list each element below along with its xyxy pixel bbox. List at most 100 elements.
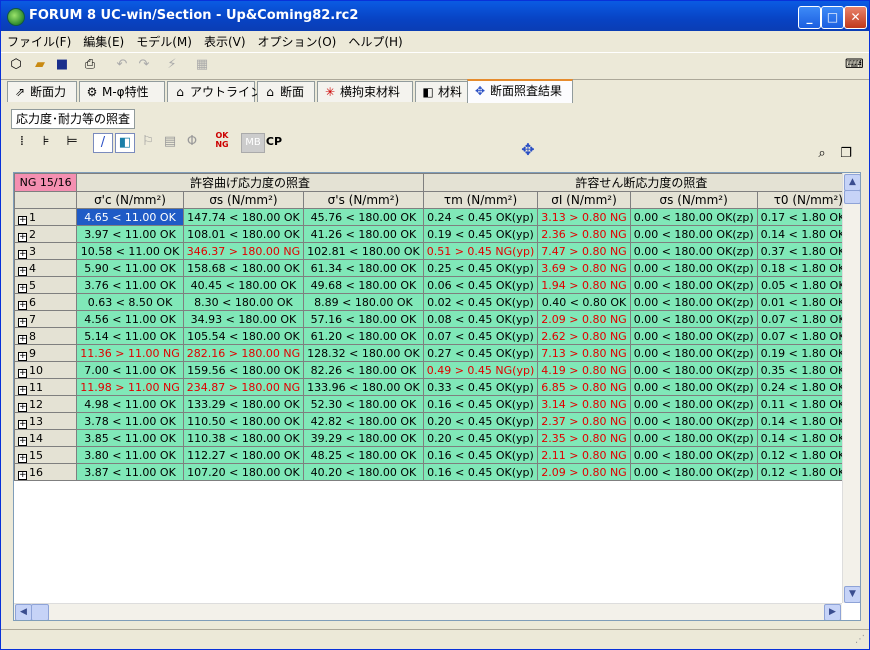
grid-cell[interactable]: 0.00 < 180.00 OK(zp) xyxy=(629,310,758,328)
grid-cell[interactable]: 0.24 < 0.45 OK(yp) xyxy=(422,208,539,226)
grid-cell[interactable]: 82.26 < 180.00 OK xyxy=(303,361,424,379)
tree-expand-icon[interactable]: ⊧ xyxy=(37,133,55,151)
print-preview-icon[interactable]: ⎙ xyxy=(81,56,99,74)
grid-cell[interactable]: 2.37 > 0.80 NG xyxy=(537,412,631,430)
grid-cell[interactable]: 107.20 < 180.00 OK xyxy=(182,463,305,481)
row-header[interactable]: +1 xyxy=(14,208,78,226)
grid-cell[interactable]: 0.20 < 0.45 OK(yp) xyxy=(422,412,539,430)
vertical-scroll-thumb[interactable] xyxy=(844,190,860,204)
grid-cell[interactable]: 105.54 < 180.00 OK xyxy=(182,327,305,345)
expand-icon[interactable]: + xyxy=(18,249,27,259)
table-row[interactable]: +2 3.97 < 11.00 OK 108.01 < 180.00 OK 41.26… xyxy=(14,225,860,243)
grid-cell[interactable]: 61.20 < 180.00 OK xyxy=(303,327,424,345)
grid-cell[interactable]: 346.37 > 180.00 NG xyxy=(182,242,305,260)
grid-cell[interactable]: 3.97 < 11.00 OK xyxy=(76,225,184,243)
grid-cell[interactable]: 2.09 > 0.80 NG xyxy=(537,310,631,328)
column-header[interactable]: σ's (N/mm²) xyxy=(303,191,424,209)
expand-icon[interactable]: + xyxy=(18,368,27,378)
new-file-icon[interactable]: ⬡ xyxy=(7,56,25,74)
table-row[interactable]: +14 3.85 < 11.00 OK 110.38 < 180.00 OK 39.2… xyxy=(14,429,860,447)
shear-check-icon[interactable]: ◧ xyxy=(115,133,135,153)
scroll-left-button[interactable]: ◀ xyxy=(15,604,32,620)
save-icon[interactable]: ■ xyxy=(53,56,71,74)
grid-cell[interactable]: 133.29 < 180.00 OK xyxy=(182,395,305,413)
grid-cell[interactable]: 0.00 < 180.00 OK(zp) xyxy=(629,242,758,260)
tab-outline[interactable]: ⌂ アウトライン xyxy=(167,81,262,102)
expand-icon[interactable]: + xyxy=(18,402,27,412)
table-row[interactable]: +11 11.98 > 11.00 NG 234.87 > 180.00 NG 133… xyxy=(14,378,860,396)
grid-cell[interactable]: 10.58 < 11.00 OK xyxy=(76,242,184,260)
column-header[interactable]: τm (N/mm²) xyxy=(422,191,539,209)
table-row[interactable]: +16 3.87 < 11.00 OK 107.20 < 180.00 OK 40.2… xyxy=(14,463,860,481)
graph-icon[interactable]: ▤ xyxy=(161,133,179,151)
row-header[interactable]: +16 xyxy=(14,463,78,481)
grid-cell[interactable]: 0.00 < 180.00 OK(zp) xyxy=(629,344,758,362)
grid-cell[interactable]: 0.00 < 180.00 OK(zp) xyxy=(629,378,758,396)
grid-cell[interactable]: 1.94 > 0.80 NG xyxy=(537,276,631,294)
grid-cell[interactable]: 0.51 > 0.45 NG(yp) xyxy=(422,242,539,260)
grid-cell[interactable]: 41.26 < 180.00 OK xyxy=(303,225,424,243)
grid-cell[interactable]: 0.49 > 0.45 NG(yp) xyxy=(422,361,539,379)
grid-cell[interactable]: 0.16 < 0.45 OK(yp) xyxy=(422,463,539,481)
grid-cell[interactable]: 0.19 < 0.45 OK(yp) xyxy=(422,225,539,243)
column-header[interactable]: σ'c (N/mm²) xyxy=(76,191,184,209)
table-row[interactable]: +10 7.00 < 11.00 OK 159.56 < 180.00 OK 82.2… xyxy=(14,361,860,379)
tree-full-icon[interactable]: ⊨ xyxy=(63,133,81,151)
phi-icon[interactable]: Φ xyxy=(183,133,201,151)
grid-cell[interactable]: 110.50 < 180.00 OK xyxy=(182,412,305,430)
grid-cell[interactable]: 234.87 > 180.00 NG xyxy=(182,378,305,396)
bending-check-icon[interactable]: / xyxy=(93,133,113,153)
row-header[interactable]: +8 xyxy=(14,327,78,345)
grid-cell[interactable]: 0.27 < 0.45 OK(yp) xyxy=(422,344,539,362)
expand-icon[interactable]: + xyxy=(18,317,27,327)
grid-cell[interactable]: 2.35 > 0.80 NG xyxy=(537,429,631,447)
grid-cell[interactable]: 3.87 < 11.00 OK xyxy=(76,463,184,481)
tree-collapse-icon[interactable]: ⁞ xyxy=(13,133,31,151)
table-row[interactable]: +7 4.56 < 11.00 OK 34.93 < 180.00 OK 57.16 … xyxy=(14,310,860,328)
grid-cell[interactable]: 0.00 < 180.00 OK(zp) xyxy=(629,446,758,464)
grid-cell[interactable]: 0.07 < 0.45 OK(yp) xyxy=(422,327,539,345)
row-header[interactable]: +12 xyxy=(14,395,78,413)
grid-cell[interactable]: 0.00 < 180.00 OK(zp) xyxy=(629,395,758,413)
row-header[interactable]: +5 xyxy=(14,276,78,294)
grid-cell[interactable]: 49.68 < 180.00 OK xyxy=(303,276,424,294)
table-row[interactable]: +4 5.90 < 11.00 OK 158.68 < 180.00 OK 61.34… xyxy=(14,259,860,277)
redo-icon[interactable]: ↷ xyxy=(135,56,153,74)
mb-button[interactable]: MB xyxy=(241,133,265,153)
scroll-right-button[interactable]: ▶ xyxy=(824,604,841,620)
grid-cell[interactable]: 52.30 < 180.00 OK xyxy=(303,395,424,413)
grid-cell[interactable]: 4.98 < 11.00 OK xyxy=(76,395,184,413)
grid-cell[interactable]: 3.14 > 0.80 NG xyxy=(537,395,631,413)
grid-cell[interactable]: 0.00 < 180.00 OK(zp) xyxy=(629,463,758,481)
tab-stress-check[interactable]: 応力度･耐力等の照査 xyxy=(11,109,136,129)
menu-model[interactable]: モデル(M) xyxy=(130,31,198,50)
result-grid[interactable]: NG 15/16 許容曲げ応力度の照査 許容せん断応力度の照査 σ'c (N/m… xyxy=(13,172,861,621)
expand-icon[interactable]: + xyxy=(18,351,27,361)
row-header[interactable]: +14 xyxy=(14,429,78,447)
grid-cell[interactable]: 0.00 < 180.00 OK(zp) xyxy=(629,361,758,379)
table-row[interactable]: +3 10.58 < 11.00 OK 346.37 > 180.00 NG 102.… xyxy=(14,242,860,260)
grid-cell[interactable]: 147.74 < 180.00 OK xyxy=(182,208,305,226)
ok-ng-button[interactable]: OK NG xyxy=(213,131,231,149)
grid-cell[interactable]: 2.62 > 0.80 NG xyxy=(537,327,631,345)
grid-cell[interactable]: 42.82 < 180.00 OK xyxy=(303,412,424,430)
grid-cell[interactable]: 0.00 < 180.00 OK(zp) xyxy=(629,276,758,294)
grid-cell[interactable]: 0.02 < 0.45 OK(yp) xyxy=(422,293,539,311)
grid-cell[interactable]: 5.90 < 11.00 OK xyxy=(76,259,184,277)
expand-icon[interactable]: + xyxy=(18,300,27,310)
table-row[interactable]: +9 11.36 > 11.00 NG 282.16 > 180.00 NG 128.… xyxy=(14,344,860,362)
grid-cell[interactable]: 7.13 > 0.80 NG xyxy=(537,344,631,362)
grid-cell[interactable]: 0.00 < 180.00 OK(zp) xyxy=(629,429,758,447)
menu-help[interactable]: ヘルプ(H) xyxy=(342,31,408,50)
grid-cell[interactable]: 3.69 > 0.80 NG xyxy=(537,259,631,277)
expand-icon[interactable]: + xyxy=(18,215,27,225)
tab-confinement[interactable]: ✳ 横拘束材料 xyxy=(317,81,413,102)
calc-icon[interactable]: ⚡ xyxy=(163,56,181,74)
grid-cell[interactable]: 4.65 < 11.00 OK xyxy=(76,208,184,226)
grid-cell[interactable]: 2.11 > 0.80 NG xyxy=(537,446,631,464)
grid-cell[interactable]: 4.56 < 11.00 OK xyxy=(76,310,184,328)
grid-cell[interactable]: 8.30 < 180.00 OK xyxy=(182,293,305,311)
expand-icon[interactable]: + xyxy=(18,232,27,242)
table-row[interactable]: +5 3.76 < 11.00 OK 40.45 < 180.00 OK 49.68 … xyxy=(14,276,860,294)
table-row[interactable]: +1 4.65 < 11.00 OK 147.74 < 180.00 OK 45.76… xyxy=(14,208,860,226)
